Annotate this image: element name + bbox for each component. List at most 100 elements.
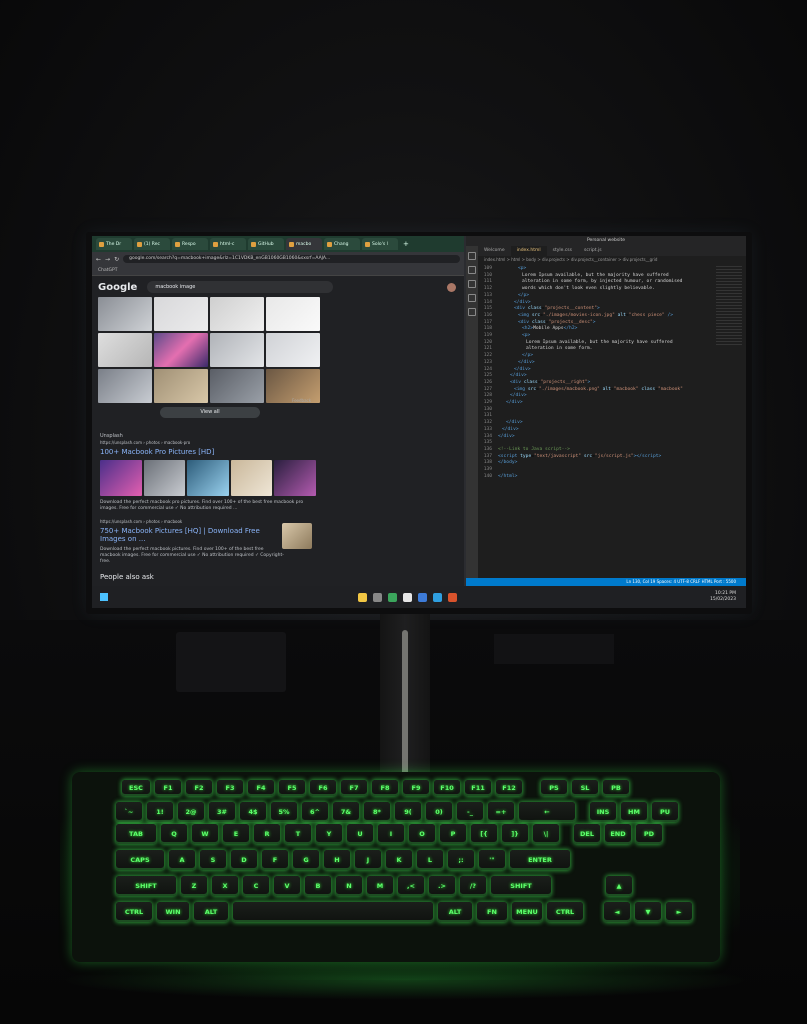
keyboard-key[interactable]: CTRL bbox=[547, 902, 583, 922]
image-thumb[interactable] bbox=[230, 460, 273, 496]
image-thumb[interactable] bbox=[98, 369, 152, 403]
keyboard-key[interactable]: CAPS bbox=[116, 850, 164, 870]
keyboard-key[interactable]: F3 bbox=[217, 780, 243, 796]
keyboard-key[interactable]: T bbox=[285, 824, 311, 844]
search-icon[interactable] bbox=[468, 266, 476, 274]
keyboard-key[interactable]: ◄ bbox=[604, 902, 630, 922]
browser-tab[interactable]: The Dr bbox=[96, 238, 132, 250]
editor-tab[interactable]: Welcome bbox=[478, 246, 511, 256]
keyboard-key[interactable]: PB bbox=[603, 780, 629, 796]
search-input[interactable]: macbook image bbox=[147, 281, 334, 293]
editor-tab[interactable]: script.js bbox=[578, 246, 608, 256]
keyboard-key[interactable]: =+ bbox=[488, 802, 514, 822]
image-thumb[interactable] bbox=[154, 333, 208, 367]
keyboard-key[interactable]: ▼ bbox=[635, 902, 661, 922]
keyboard-key[interactable]: I bbox=[378, 824, 404, 844]
keyboard-key[interactable]: 3# bbox=[209, 802, 235, 822]
keyboard-key[interactable]: R bbox=[254, 824, 280, 844]
keyboard-key[interactable]: ALT bbox=[438, 902, 472, 922]
image-thumb[interactable] bbox=[100, 460, 142, 496]
keyboard-key[interactable]: SHIFT bbox=[116, 876, 176, 896]
keyboard-key[interactable]: WIN bbox=[157, 902, 189, 922]
image-thumb[interactable] bbox=[210, 297, 264, 331]
keyboard-key[interactable]: [{ bbox=[471, 824, 497, 844]
keyboard-key[interactable]: E bbox=[223, 824, 249, 844]
browser-tab[interactable]: Solo's l bbox=[362, 238, 398, 250]
keyboard-key[interactable]: 1! bbox=[147, 802, 173, 822]
image-thumb[interactable] bbox=[98, 297, 152, 331]
keyboard-key[interactable]: F2 bbox=[186, 780, 212, 796]
keyboard-key[interactable]: '" bbox=[479, 850, 505, 870]
system-clock[interactable]: 10:21 PM 15/02/2023 bbox=[710, 591, 736, 603]
keyboard-key[interactable]: 6^ bbox=[302, 802, 328, 822]
keyboard-key[interactable]: ;: bbox=[448, 850, 474, 870]
keyboard-key[interactable]: O bbox=[409, 824, 435, 844]
keyboard-key[interactable]: ALT bbox=[194, 902, 228, 922]
file-explorer-icon[interactable] bbox=[358, 592, 367, 602]
keyboard-key[interactable]: SL bbox=[572, 780, 598, 796]
keyboard-key[interactable]: Z bbox=[181, 876, 207, 896]
keyboard-key[interactable]: Y bbox=[316, 824, 342, 844]
keyboard-key[interactable]: K bbox=[386, 850, 412, 870]
image-thumb[interactable] bbox=[143, 460, 186, 496]
keyboard-key[interactable]: F11 bbox=[465, 780, 491, 796]
keyboard-key[interactable]: F9 bbox=[403, 780, 429, 796]
keyboard-key[interactable]: H bbox=[324, 850, 350, 870]
feedback-link[interactable]: Feedback bbox=[292, 398, 311, 403]
editor-tab[interactable]: style.css bbox=[547, 246, 578, 256]
result-url[interactable]: https://unsplash.com › photos › macbook-… bbox=[100, 440, 190, 445]
keyboard-key[interactable]: N bbox=[336, 876, 362, 896]
keyboard-key[interactable]: 0) bbox=[426, 802, 452, 822]
image-thumb[interactable] bbox=[282, 523, 312, 549]
view-all-button[interactable]: View all bbox=[160, 407, 260, 418]
keyboard-key[interactable]: .> bbox=[429, 876, 455, 896]
keyboard-key[interactable]: /? bbox=[460, 876, 486, 896]
keyboard-key[interactable]: ← bbox=[519, 802, 575, 822]
keyboard-key[interactable]: 7& bbox=[333, 802, 359, 822]
keyboard-key[interactable]: 9( bbox=[395, 802, 421, 822]
image-thumb[interactable] bbox=[154, 297, 208, 331]
editor-tab[interactable]: index.html bbox=[510, 246, 547, 256]
source-control-icon[interactable] bbox=[468, 280, 476, 288]
keyboard-key[interactable]: -_ bbox=[457, 802, 483, 822]
browser-tab[interactable]: Chang bbox=[324, 238, 360, 250]
keyboard-key[interactable]: DEL bbox=[574, 824, 600, 844]
run-icon[interactable] bbox=[468, 294, 476, 302]
keyboard-key[interactable]: 8* bbox=[364, 802, 390, 822]
result-url[interactable]: https://unsplash.com › photos › macbook bbox=[100, 519, 182, 524]
bookmark-chatgpt[interactable]: ChatGPT bbox=[92, 266, 464, 276]
app-icon[interactable] bbox=[418, 592, 427, 602]
keyboard-key[interactable]: P bbox=[440, 824, 466, 844]
keyboard-key[interactable]: ESC bbox=[122, 780, 150, 796]
keyboard-key[interactable]: F5 bbox=[279, 780, 305, 796]
image-thumb[interactable] bbox=[266, 297, 320, 331]
keyboard-key[interactable]: END bbox=[605, 824, 631, 844]
keyboard-key[interactable]: HM bbox=[621, 802, 647, 822]
keyboard-key[interactable]: ENTER bbox=[510, 850, 570, 870]
keyboard-key[interactable]: U bbox=[347, 824, 373, 844]
keyboard-key[interactable]: F12 bbox=[496, 780, 522, 796]
keyboard-key[interactable]: W bbox=[192, 824, 218, 844]
avatar[interactable] bbox=[447, 282, 456, 292]
browser-tab[interactable]: html-c bbox=[210, 238, 246, 250]
image-thumb[interactable] bbox=[154, 369, 208, 403]
explorer-icon[interactable] bbox=[468, 252, 476, 260]
spacebar-key[interactable] bbox=[233, 902, 433, 922]
keyboard-key[interactable]: INS bbox=[590, 802, 616, 822]
keyboard-key[interactable]: MENU bbox=[512, 902, 542, 922]
image-thumb[interactable] bbox=[187, 460, 229, 496]
keyboard-key[interactable]: ► bbox=[666, 902, 692, 922]
browser-tab[interactable]: GitHub bbox=[248, 238, 284, 250]
browser-tab[interactable]: macbo bbox=[286, 238, 322, 250]
result-title[interactable]: 100+ Macbook Pro Pictures [HD] bbox=[100, 448, 214, 456]
keyboard-key[interactable]: ]} bbox=[502, 824, 528, 844]
keyboard-key[interactable]: C bbox=[243, 876, 269, 896]
code-editor[interactable]: 109 <p> 110 Lorem Ipsum available, but the … bbox=[478, 266, 708, 576]
chrome-icon[interactable] bbox=[403, 592, 412, 602]
settings-icon[interactable] bbox=[373, 592, 382, 602]
keyboard-key[interactable]: TAB bbox=[116, 824, 156, 844]
browser-tab[interactable]: (1) Rec bbox=[134, 238, 170, 250]
keyboard-key[interactable]: F4 bbox=[248, 780, 274, 796]
new-tab-button[interactable]: + bbox=[403, 240, 409, 248]
keyboard-key[interactable]: L bbox=[417, 850, 443, 870]
